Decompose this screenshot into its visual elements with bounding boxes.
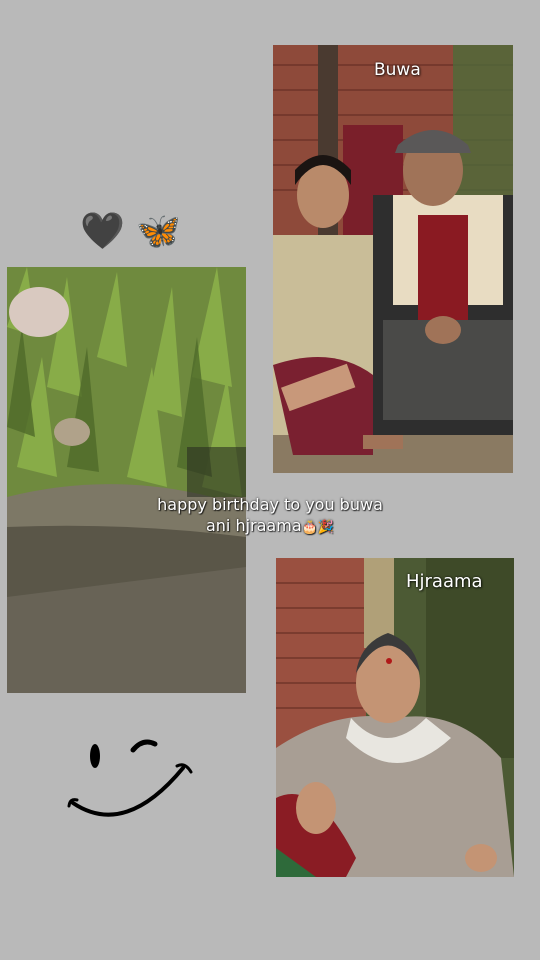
greeting-line-2: ani hjraama	[205, 516, 302, 535]
photo-caption-hjraama: Hjraama	[406, 571, 483, 592]
butterfly-icon: 🦋	[136, 211, 182, 252]
greeting-line-1: happy birthday to you buwa	[157, 495, 383, 514]
grandmother-photo	[276, 558, 514, 877]
greeting-line-2-wrap: ani hjraama🎂🎉	[150, 515, 390, 538]
emoji-decoration: 🖤 🦋	[80, 210, 181, 254]
grass-ground-photo	[7, 267, 246, 693]
black-heart-icon: 🖤	[80, 211, 125, 252]
photo-caption-buwa: Buwa	[374, 60, 421, 80]
birthday-greeting: happy birthday to you buwa ani hjraama🎂🎉	[150, 494, 390, 538]
cake-party-emojis: 🎂🎉	[301, 520, 334, 535]
couple-photo	[273, 45, 513, 473]
winking-smiley-icon	[67, 739, 193, 817]
